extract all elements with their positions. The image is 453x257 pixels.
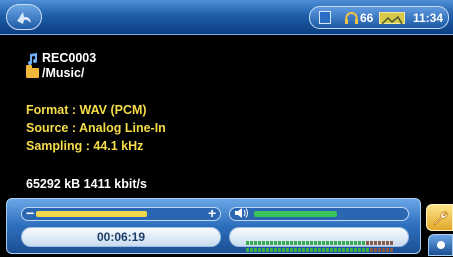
meter-segment	[374, 248, 377, 252]
level-meter-left	[246, 232, 396, 245]
seek-progress	[36, 211, 147, 217]
wrench-icon	[433, 211, 448, 226]
meter-segment	[278, 248, 281, 252]
meter-segment	[302, 248, 305, 252]
seek-minus-button[interactable]: −	[26, 205, 34, 221]
meter-segment	[322, 248, 325, 252]
source-text: Source : Analog Line-In	[26, 121, 166, 135]
folder-path: /Music/	[42, 66, 85, 80]
meter-segment	[246, 248, 249, 252]
sampling-text: Sampling : 44.1 kHz	[26, 139, 144, 153]
meter-segment	[370, 248, 373, 252]
back-button[interactable]	[6, 4, 42, 30]
meter-segment	[330, 248, 333, 252]
headphones-icon	[345, 11, 358, 24]
player-panel: − + 00:06:19	[6, 198, 421, 254]
meter-segment	[358, 248, 361, 252]
tools-button[interactable]	[426, 204, 453, 231]
meter-segment	[270, 248, 273, 252]
meter-segment	[382, 248, 385, 252]
meter-segment	[354, 248, 357, 252]
meter-segment	[254, 248, 257, 252]
meter-segment	[286, 248, 289, 252]
meter-segment	[334, 248, 337, 252]
volume-slider[interactable]	[229, 207, 409, 221]
meter-segment	[366, 248, 369, 252]
meter-segment	[314, 248, 317, 252]
back-arrow-icon	[17, 12, 31, 24]
meter-segment	[306, 248, 309, 252]
meter-segment	[342, 248, 345, 252]
top-bar: 66 11:34	[0, 0, 453, 35]
meter-segment	[274, 248, 277, 252]
meter-segment	[250, 248, 253, 252]
folder-icon	[26, 65, 39, 78]
elapsed-time-display: 00:06:19	[21, 227, 221, 247]
volume-level-bar	[254, 211, 337, 217]
track-name: REC0003	[42, 51, 97, 65]
seek-plus-button[interactable]: +	[208, 205, 216, 221]
menu-button[interactable]	[428, 234, 453, 256]
volume-level: 66	[360, 11, 374, 25]
battery-icon	[379, 12, 405, 25]
meter-segment	[378, 248, 381, 252]
meter-segment	[318, 248, 321, 252]
status-area: 66 11:34	[309, 6, 449, 29]
meter-segment	[310, 248, 313, 252]
meter-segment	[282, 248, 285, 252]
meter-segment	[338, 248, 341, 252]
level-meter	[229, 227, 409, 252]
music-note-icon	[28, 53, 37, 65]
meter-segment	[294, 248, 297, 252]
seek-bar[interactable]: − +	[21, 205, 221, 221]
meter-segment	[266, 248, 269, 252]
meter-segment	[258, 248, 261, 252]
meter-segment	[390, 248, 393, 252]
meter-segment	[350, 248, 353, 252]
meter-segment	[386, 248, 389, 252]
format-text: Format : WAV (PCM)	[26, 103, 147, 117]
speaker-icon	[235, 208, 248, 218]
level-meter-right	[246, 239, 396, 252]
elapsed-time: 00:06:19	[96, 230, 146, 244]
dot-icon	[437, 241, 445, 249]
meter-segment	[298, 248, 301, 252]
size-bitrate-text: 65292 kB 1411 kbit/s	[26, 177, 147, 191]
meter-segment	[262, 248, 265, 252]
clock: 11:34	[413, 11, 444, 25]
meter-segment	[346, 248, 349, 252]
meter-segment	[362, 248, 365, 252]
meter-segment	[290, 248, 293, 252]
meter-segment	[326, 248, 329, 252]
storage-icon	[319, 11, 331, 24]
